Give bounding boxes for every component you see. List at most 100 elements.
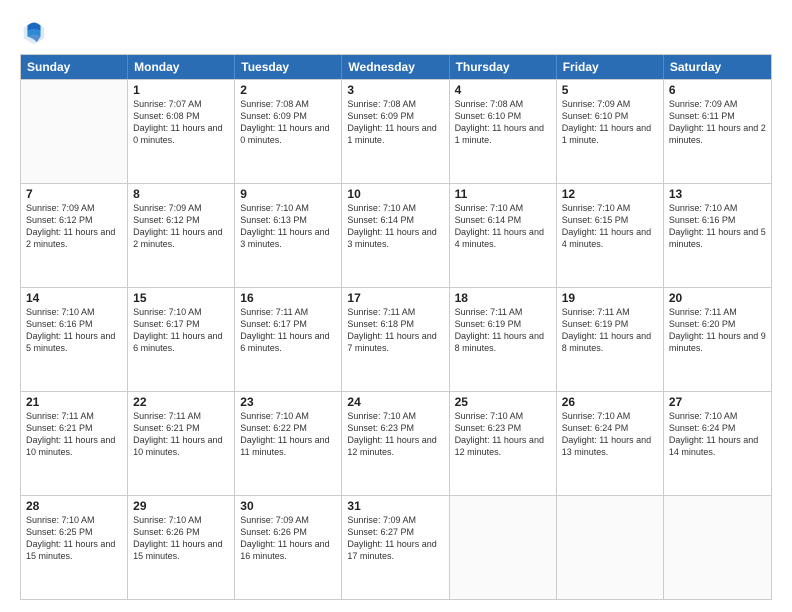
day-number: 18 (455, 291, 551, 305)
cal-cell-0-6: 6Sunrise: 7:09 AMSunset: 6:11 PMDaylight… (664, 80, 771, 183)
day-number: 23 (240, 395, 336, 409)
cal-cell-1-2: 9Sunrise: 7:10 AMSunset: 6:13 PMDaylight… (235, 184, 342, 287)
day-number: 15 (133, 291, 229, 305)
day-number: 21 (26, 395, 122, 409)
day-number: 31 (347, 499, 443, 513)
day-number: 17 (347, 291, 443, 305)
cell-info: Sunrise: 7:10 AMSunset: 6:26 PMDaylight:… (133, 514, 229, 563)
header-day-monday: Monday (128, 55, 235, 79)
cell-info: Sunrise: 7:11 AMSunset: 6:19 PMDaylight:… (562, 306, 658, 355)
cal-cell-1-0: 7Sunrise: 7:09 AMSunset: 6:12 PMDaylight… (21, 184, 128, 287)
cal-cell-4-1: 29Sunrise: 7:10 AMSunset: 6:26 PMDayligh… (128, 496, 235, 599)
day-number: 5 (562, 83, 658, 97)
cal-cell-0-0 (21, 80, 128, 183)
day-number: 26 (562, 395, 658, 409)
cal-cell-4-6 (664, 496, 771, 599)
cal-cell-1-4: 11Sunrise: 7:10 AMSunset: 6:14 PMDayligh… (450, 184, 557, 287)
day-number: 16 (240, 291, 336, 305)
cal-cell-2-0: 14Sunrise: 7:10 AMSunset: 6:16 PMDayligh… (21, 288, 128, 391)
day-number: 2 (240, 83, 336, 97)
cell-info: Sunrise: 7:11 AMSunset: 6:21 PMDaylight:… (26, 410, 122, 459)
cal-cell-2-5: 19Sunrise: 7:11 AMSunset: 6:19 PMDayligh… (557, 288, 664, 391)
calendar-body: 1Sunrise: 7:07 AMSunset: 6:08 PMDaylight… (21, 79, 771, 599)
cal-cell-4-5 (557, 496, 664, 599)
day-number: 8 (133, 187, 229, 201)
cal-cell-1-5: 12Sunrise: 7:10 AMSunset: 6:15 PMDayligh… (557, 184, 664, 287)
cell-info: Sunrise: 7:10 AMSunset: 6:16 PMDaylight:… (26, 306, 122, 355)
cal-cell-1-6: 13Sunrise: 7:10 AMSunset: 6:16 PMDayligh… (664, 184, 771, 287)
calendar-header: SundayMondayTuesdayWednesdayThursdayFrid… (21, 55, 771, 79)
header (20, 18, 772, 46)
cell-info: Sunrise: 7:10 AMSunset: 6:17 PMDaylight:… (133, 306, 229, 355)
day-number: 9 (240, 187, 336, 201)
day-number: 28 (26, 499, 122, 513)
header-day-friday: Friday (557, 55, 664, 79)
day-number: 4 (455, 83, 551, 97)
cal-cell-2-4: 18Sunrise: 7:11 AMSunset: 6:19 PMDayligh… (450, 288, 557, 391)
cell-info: Sunrise: 7:09 AMSunset: 6:27 PMDaylight:… (347, 514, 443, 563)
cal-cell-0-2: 2Sunrise: 7:08 AMSunset: 6:09 PMDaylight… (235, 80, 342, 183)
cell-info: Sunrise: 7:07 AMSunset: 6:08 PMDaylight:… (133, 98, 229, 147)
week-row-0: 1Sunrise: 7:07 AMSunset: 6:08 PMDaylight… (21, 79, 771, 183)
day-number: 25 (455, 395, 551, 409)
cal-cell-4-3: 31Sunrise: 7:09 AMSunset: 6:27 PMDayligh… (342, 496, 449, 599)
cell-info: Sunrise: 7:10 AMSunset: 6:22 PMDaylight:… (240, 410, 336, 459)
day-number: 29 (133, 499, 229, 513)
cal-cell-0-5: 5Sunrise: 7:09 AMSunset: 6:10 PMDaylight… (557, 80, 664, 183)
day-number: 3 (347, 83, 443, 97)
day-number: 11 (455, 187, 551, 201)
cell-info: Sunrise: 7:10 AMSunset: 6:14 PMDaylight:… (455, 202, 551, 251)
cal-cell-0-3: 3Sunrise: 7:08 AMSunset: 6:09 PMDaylight… (342, 80, 449, 183)
cell-info: Sunrise: 7:10 AMSunset: 6:16 PMDaylight:… (669, 202, 766, 251)
cal-cell-3-6: 27Sunrise: 7:10 AMSunset: 6:24 PMDayligh… (664, 392, 771, 495)
cal-cell-3-0: 21Sunrise: 7:11 AMSunset: 6:21 PMDayligh… (21, 392, 128, 495)
cell-info: Sunrise: 7:09 AMSunset: 6:26 PMDaylight:… (240, 514, 336, 563)
cell-info: Sunrise: 7:11 AMSunset: 6:18 PMDaylight:… (347, 306, 443, 355)
week-row-4: 28Sunrise: 7:10 AMSunset: 6:25 PMDayligh… (21, 495, 771, 599)
header-day-wednesday: Wednesday (342, 55, 449, 79)
cal-cell-4-2: 30Sunrise: 7:09 AMSunset: 6:26 PMDayligh… (235, 496, 342, 599)
cell-info: Sunrise: 7:09 AMSunset: 6:10 PMDaylight:… (562, 98, 658, 147)
cal-cell-4-4 (450, 496, 557, 599)
cal-cell-0-1: 1Sunrise: 7:07 AMSunset: 6:08 PMDaylight… (128, 80, 235, 183)
cal-cell-1-1: 8Sunrise: 7:09 AMSunset: 6:12 PMDaylight… (128, 184, 235, 287)
cal-cell-3-4: 25Sunrise: 7:10 AMSunset: 6:23 PMDayligh… (450, 392, 557, 495)
cal-cell-2-6: 20Sunrise: 7:11 AMSunset: 6:20 PMDayligh… (664, 288, 771, 391)
header-day-saturday: Saturday (664, 55, 771, 79)
cal-cell-3-2: 23Sunrise: 7:10 AMSunset: 6:22 PMDayligh… (235, 392, 342, 495)
cell-info: Sunrise: 7:10 AMSunset: 6:25 PMDaylight:… (26, 514, 122, 563)
cell-info: Sunrise: 7:08 AMSunset: 6:10 PMDaylight:… (455, 98, 551, 147)
header-day-tuesday: Tuesday (235, 55, 342, 79)
cal-cell-1-3: 10Sunrise: 7:10 AMSunset: 6:14 PMDayligh… (342, 184, 449, 287)
cell-info: Sunrise: 7:11 AMSunset: 6:19 PMDaylight:… (455, 306, 551, 355)
header-day-thursday: Thursday (450, 55, 557, 79)
cell-info: Sunrise: 7:10 AMSunset: 6:23 PMDaylight:… (455, 410, 551, 459)
cell-info: Sunrise: 7:10 AMSunset: 6:15 PMDaylight:… (562, 202, 658, 251)
day-number: 6 (669, 83, 766, 97)
cal-cell-4-0: 28Sunrise: 7:10 AMSunset: 6:25 PMDayligh… (21, 496, 128, 599)
logo (20, 18, 52, 46)
cell-info: Sunrise: 7:09 AMSunset: 6:11 PMDaylight:… (669, 98, 766, 147)
day-number: 20 (669, 291, 766, 305)
cell-info: Sunrise: 7:11 AMSunset: 6:17 PMDaylight:… (240, 306, 336, 355)
calendar: SundayMondayTuesdayWednesdayThursdayFrid… (20, 54, 772, 600)
cell-info: Sunrise: 7:10 AMSunset: 6:24 PMDaylight:… (562, 410, 658, 459)
day-number: 13 (669, 187, 766, 201)
cell-info: Sunrise: 7:10 AMSunset: 6:14 PMDaylight:… (347, 202, 443, 251)
header-day-sunday: Sunday (21, 55, 128, 79)
page: SundayMondayTuesdayWednesdayThursdayFrid… (0, 0, 792, 612)
day-number: 30 (240, 499, 336, 513)
day-number: 10 (347, 187, 443, 201)
cal-cell-2-3: 17Sunrise: 7:11 AMSunset: 6:18 PMDayligh… (342, 288, 449, 391)
day-number: 24 (347, 395, 443, 409)
cell-info: Sunrise: 7:10 AMSunset: 6:13 PMDaylight:… (240, 202, 336, 251)
logo-icon (20, 18, 48, 46)
day-number: 1 (133, 83, 229, 97)
cal-cell-3-1: 22Sunrise: 7:11 AMSunset: 6:21 PMDayligh… (128, 392, 235, 495)
cell-info: Sunrise: 7:11 AMSunset: 6:21 PMDaylight:… (133, 410, 229, 459)
cell-info: Sunrise: 7:08 AMSunset: 6:09 PMDaylight:… (240, 98, 336, 147)
day-number: 14 (26, 291, 122, 305)
week-row-1: 7Sunrise: 7:09 AMSunset: 6:12 PMDaylight… (21, 183, 771, 287)
cal-cell-0-4: 4Sunrise: 7:08 AMSunset: 6:10 PMDaylight… (450, 80, 557, 183)
day-number: 12 (562, 187, 658, 201)
